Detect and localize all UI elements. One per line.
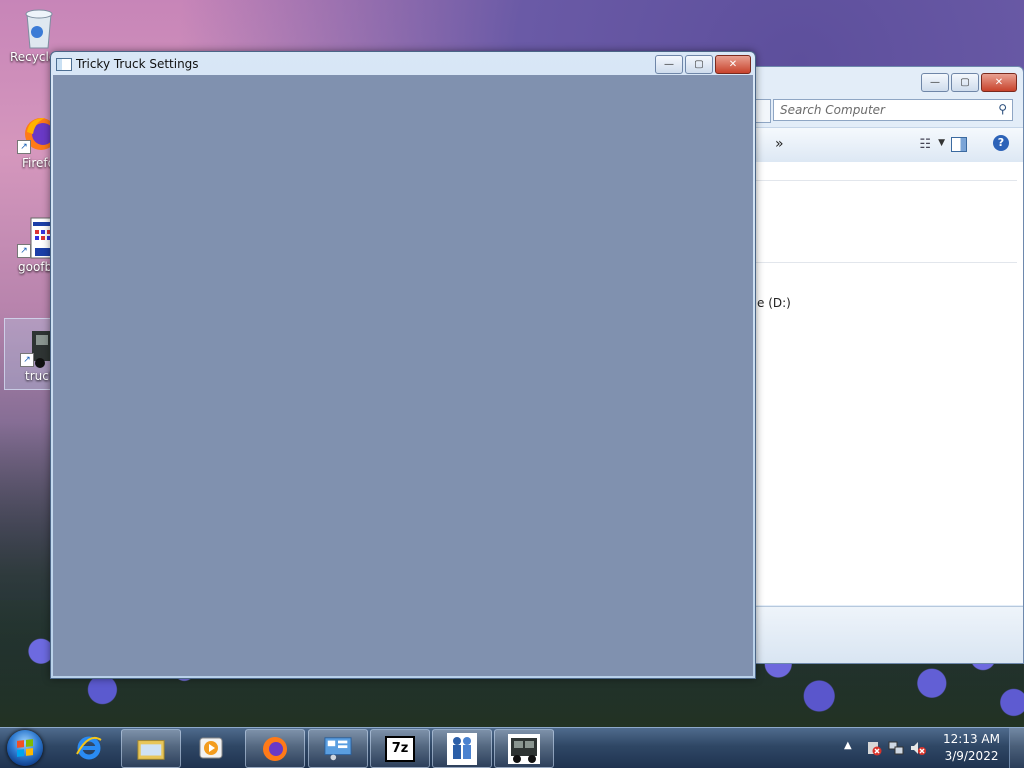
chevron-down-icon[interactable]: ▼ — [938, 138, 945, 148]
window-icon — [56, 58, 72, 71]
start-button[interactable] — [3, 728, 47, 768]
explorer-content: e (D:) — [755, 162, 1023, 605]
taskbar-7zip[interactable]: 7z — [370, 729, 430, 768]
more-commands-button[interactable]: » — [775, 136, 784, 152]
shortcut-arrow-icon: ↗ — [20, 353, 34, 367]
taskbar-truck[interactable] — [494, 729, 554, 768]
taskbar-media-player[interactable] — [182, 729, 240, 766]
network-icon[interactable] — [888, 740, 904, 756]
search-placeholder: Search Computer — [780, 103, 885, 117]
explorer-address-button[interactable] — [755, 99, 771, 123]
taskbar-people-app[interactable] — [432, 729, 492, 768]
show-hidden-icons-icon[interactable]: ▲ — [844, 740, 852, 751]
window-caption-buttons: — ▢ ✕ — [655, 55, 751, 74]
explorer-minimize-button[interactable]: — — [921, 73, 949, 92]
action-center-icon[interactable] — [866, 740, 882, 756]
preview-pane-icon[interactable] — [951, 137, 967, 152]
close-button[interactable]: ✕ — [715, 55, 751, 74]
taskbar-file-explorer[interactable] — [121, 729, 181, 768]
window-client-area[interactable] — [53, 75, 753, 676]
taskbar-firefox[interactable] — [245, 729, 305, 768]
show-desktop-button[interactable] — [1009, 728, 1024, 768]
control-panel-icon — [324, 735, 352, 763]
taskbar-control-panel[interactable] — [308, 729, 368, 768]
truck-icon — [508, 733, 540, 764]
windows-logo-icon — [7, 730, 43, 766]
window-title: Tricky Truck Settings — [76, 57, 199, 71]
tricky-truck-settings-window[interactable]: Tricky Truck Settings — ▢ ✕ — [50, 51, 756, 679]
volume-muted-icon[interactable] — [910, 740, 926, 756]
taskbar-internet-explorer[interactable] — [60, 729, 118, 766]
internet-explorer-icon — [75, 734, 103, 762]
explorer-close-button[interactable]: ✕ — [981, 73, 1017, 92]
minimize-button[interactable]: — — [655, 55, 683, 74]
explorer-caption-buttons: — ▢ ✕ — [921, 73, 1017, 92]
7zip-icon: 7z — [385, 735, 415, 762]
shortcut-arrow-icon: ↗ — [17, 140, 31, 154]
explorer-search-input[interactable]: Search Computer ⚲ — [773, 99, 1013, 121]
people-app-icon — [447, 732, 477, 765]
firefox-icon — [261, 735, 289, 763]
clock-date: 3/9/2022 — [944, 749, 999, 763]
explorer-details-pane — [755, 606, 1023, 663]
drive-item-d[interactable]: e (D:) — [757, 296, 791, 310]
media-player-icon — [197, 734, 225, 762]
explorer-maximize-button[interactable]: ▢ — [951, 73, 979, 92]
help-icon[interactable]: ? — [993, 135, 1009, 151]
change-view-icon[interactable]: ☷ — [919, 137, 931, 152]
explorer-toolbar: » ☷ ▼ ? — [755, 127, 1023, 163]
clock-time: 12:13 AM — [943, 732, 1000, 746]
clock[interactable]: 12:13 AM 3/9/2022 — [943, 731, 1000, 765]
recycle-bin-icon — [19, 6, 59, 49]
taskbar: 7z ▲ 12:13 AM 3/9/2022 — [0, 727, 1024, 768]
divider — [755, 262, 1017, 263]
file-explorer-icon — [137, 735, 165, 763]
shortcut-arrow-icon: ↗ — [17, 244, 31, 258]
search-icon[interactable]: ⚲ — [998, 102, 1007, 116]
system-tray: ▲ 12:13 AM 3/9/2022 — [834, 728, 1024, 768]
divider — [755, 180, 1017, 181]
maximize-button[interactable]: ▢ — [685, 55, 713, 74]
